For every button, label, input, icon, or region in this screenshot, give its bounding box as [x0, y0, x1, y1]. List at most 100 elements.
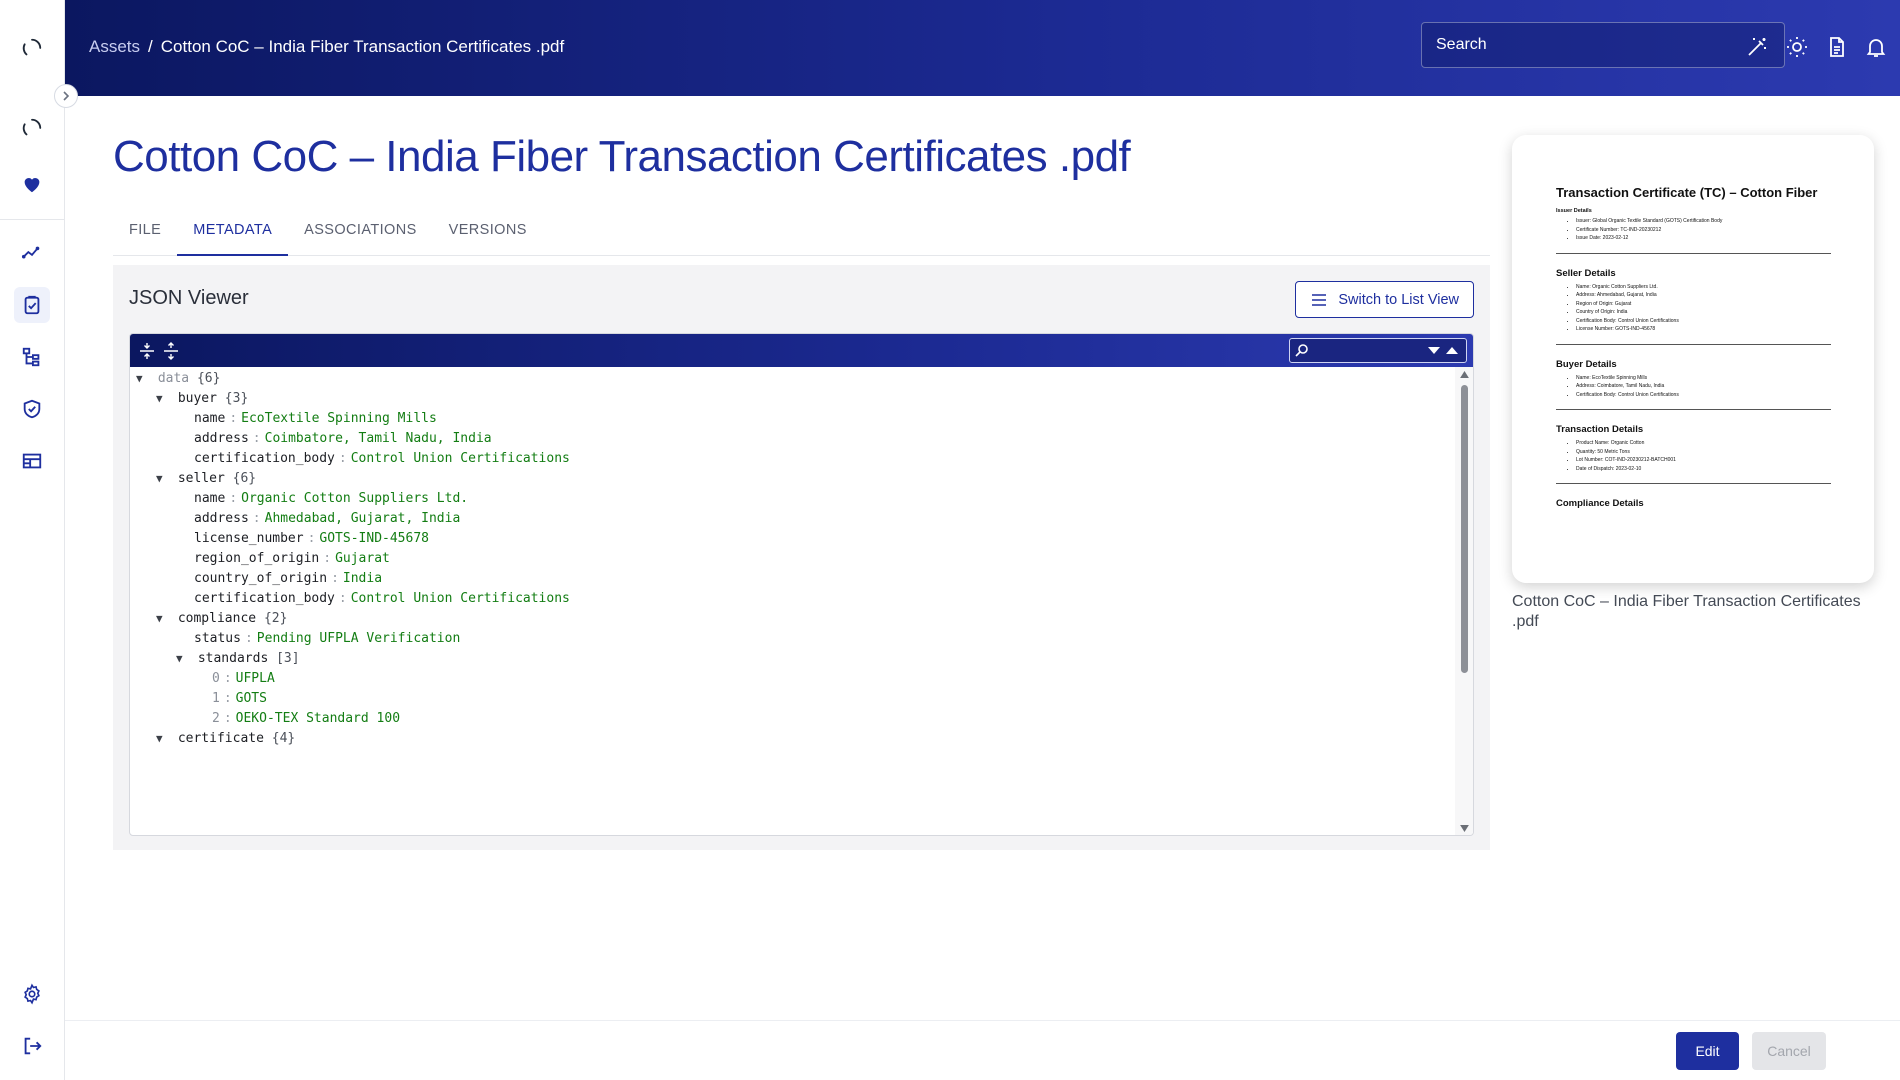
sidebar-item-hierarchy[interactable]	[14, 339, 50, 375]
document-icon[interactable]	[1824, 34, 1850, 60]
tree-count: {4}	[271, 731, 296, 746]
edit-button[interactable]: Edit	[1676, 1032, 1739, 1070]
tree-key: country_of_origin	[194, 571, 328, 586]
tree-value[interactable]: Control Union Certifications	[351, 451, 570, 466]
search-input[interactable]	[1422, 23, 1784, 67]
tree-index: 1	[212, 691, 220, 706]
doc-divider	[1556, 343, 1831, 345]
search-icon	[1294, 342, 1310, 358]
tab-associations[interactable]: ASSOCIATIONS	[288, 214, 433, 256]
tab-bar: FILE METADATA ASSOCIATIONS VERSIONS	[113, 214, 1490, 256]
sidebar-collapse-button[interactable]	[54, 84, 78, 108]
sidebar-item-settings[interactable]	[14, 976, 50, 1012]
tree-count: {6}	[232, 471, 257, 486]
tree-key: buyer	[177, 391, 217, 406]
sidebar-item-favorites[interactable]	[14, 166, 50, 202]
sidebar-item-compliance[interactable]	[14, 391, 50, 427]
caret-down-icon[interactable]: ▼	[156, 607, 170, 631]
collapse-all-icon[interactable]	[160, 340, 182, 362]
doc-title: Transaction Certificate (TC) – Cotton Fi…	[1556, 185, 1818, 200]
doc-list-item: License Number: GOTS-IND-45678	[1576, 325, 1831, 334]
shield-check-icon	[23, 399, 41, 419]
doc-list-item: Date of Dispatch: 2023-02-10	[1576, 465, 1831, 474]
tab-metadata[interactable]: METADATA	[177, 214, 289, 256]
scroll-up-icon[interactable]	[1458, 369, 1470, 379]
json-viewer-title: JSON Viewer	[129, 287, 249, 309]
loading-spinner-icon	[14, 30, 50, 66]
caret-down-icon[interactable]: ▼	[156, 387, 170, 411]
top-header: Assets / Cotton CoC – India Fiber Transa…	[65, 0, 1900, 96]
scroll-down-icon[interactable]	[1458, 823, 1470, 833]
tree-value[interactable]: India	[343, 571, 382, 586]
hierarchy-icon	[22, 347, 40, 367]
caret-down-icon[interactable]: ▼	[176, 647, 190, 671]
document-preview-card[interactable]: Transaction Certificate (TC) – Cotton Fi…	[1512, 135, 1874, 583]
doc-list-item: Name: EcoTextile Spinning Mills	[1576, 374, 1831, 383]
doc-divider	[1556, 252, 1831, 254]
tree-key: region_of_origin	[194, 551, 320, 566]
tree-key: standards	[197, 651, 269, 666]
breadcrumb-assets-link[interactable]: Assets	[89, 37, 140, 57]
tree-key: certificate	[177, 731, 264, 746]
doc-list-item: Issuer: Global Organic Textile Standard …	[1576, 217, 1831, 226]
switch-button-label: Switch to List View	[1338, 291, 1459, 308]
json-scrollbar[interactable]	[1455, 367, 1473, 835]
logout-icon	[24, 1037, 42, 1055]
json-search-box	[1289, 338, 1467, 363]
tree-key: name	[194, 411, 226, 426]
tree-node-certificate[interactable]: ▼ certificate {4}	[156, 727, 295, 751]
tree-value[interactable]: EcoTextile Spinning Mills	[241, 411, 437, 426]
tree-value[interactable]: OEKO-TEX Standard 100	[236, 711, 400, 726]
doc-list-item: Issue Date: 2023-02-12	[1576, 234, 1831, 243]
tree-value[interactable]: Control Union Certifications	[351, 591, 570, 606]
doc-list-item: Certification Body: Control Union Certif…	[1576, 391, 1831, 400]
tree-value[interactable]: UFPLA	[236, 671, 275, 686]
json-search-input[interactable]	[1314, 339, 1424, 362]
json-toolbar	[130, 334, 1473, 367]
tree-count: {2}	[263, 611, 288, 626]
expand-all-icon[interactable]	[136, 340, 158, 362]
breadcrumb-current: Cotton CoC – India Fiber Transaction Cer…	[160, 37, 565, 56]
doc-divider	[1556, 409, 1831, 410]
tree-value[interactable]: Organic Cotton Suppliers Ltd.	[241, 491, 468, 506]
doc-list-item: Address: Ahmedabad, Gujarat, India	[1576, 291, 1831, 300]
sidebar-item-analytics[interactable]	[14, 235, 50, 271]
sidebar-item-logout[interactable]	[14, 1028, 50, 1064]
caret-down-icon[interactable]: ▼	[136, 367, 150, 391]
tree-index: 0	[212, 671, 220, 686]
magic-wand-icon[interactable]	[1744, 34, 1770, 60]
tree-value[interactable]: Pending UFPLA Verification	[257, 631, 461, 646]
tree-value[interactable]: GOTS	[236, 691, 267, 706]
table-icon	[22, 453, 42, 469]
caret-down-icon[interactable]: ▼	[156, 727, 170, 751]
tree-value[interactable]: GOTS-IND-45678	[319, 531, 429, 546]
tree-value[interactable]: Ahmedabad, Gujarat, India	[265, 511, 461, 526]
sidebar-item-tables[interactable]	[14, 443, 50, 479]
doc-transaction-list: Product Name: Organic Cotton Quantity: 5…	[1556, 439, 1831, 473]
tree-value[interactable]: Gujarat	[335, 551, 390, 566]
doc-list-item: Region of Origin: Gujarat	[1576, 300, 1831, 309]
tree-count: {6}	[196, 371, 221, 386]
bell-icon[interactable]	[1863, 34, 1889, 60]
tree-key: name	[194, 491, 226, 506]
tree-key: address	[194, 511, 249, 526]
doc-buyer-list: Name: EcoTextile Spinning Mills Address:…	[1556, 374, 1831, 400]
switch-to-list-view-button[interactable]: Switch to List View	[1295, 281, 1474, 318]
tab-file[interactable]: FILE	[113, 214, 177, 256]
doc-list-item: Address: Coimbatore, Tamil Nadu, India	[1576, 382, 1831, 391]
sun-icon[interactable]	[1784, 34, 1810, 60]
tree-value[interactable]: Coimbatore, Tamil Nadu, India	[265, 431, 492, 446]
tree-key: address	[194, 431, 249, 446]
tab-versions[interactable]: VERSIONS	[433, 214, 543, 256]
scroll-thumb[interactable]	[1461, 385, 1468, 673]
doc-seller-list: Name: Organic Cotton Suppliers Ltd. Addr…	[1556, 283, 1831, 334]
doc-divider	[1556, 483, 1831, 484]
breadcrumb: Assets / Cotton CoC – India Fiber Transa…	[89, 37, 564, 57]
caret-down-icon[interactable]: ▼	[156, 467, 170, 491]
search-box	[1421, 22, 1785, 68]
search-next-icon[interactable]	[1426, 342, 1442, 358]
sidebar-divider	[0, 219, 65, 220]
document-preview: Transaction Certificate (TC) – Cotton Fi…	[1556, 185, 1831, 513]
search-previous-icon[interactable]	[1444, 342, 1460, 358]
sidebar-item-assets[interactable]	[14, 287, 50, 323]
